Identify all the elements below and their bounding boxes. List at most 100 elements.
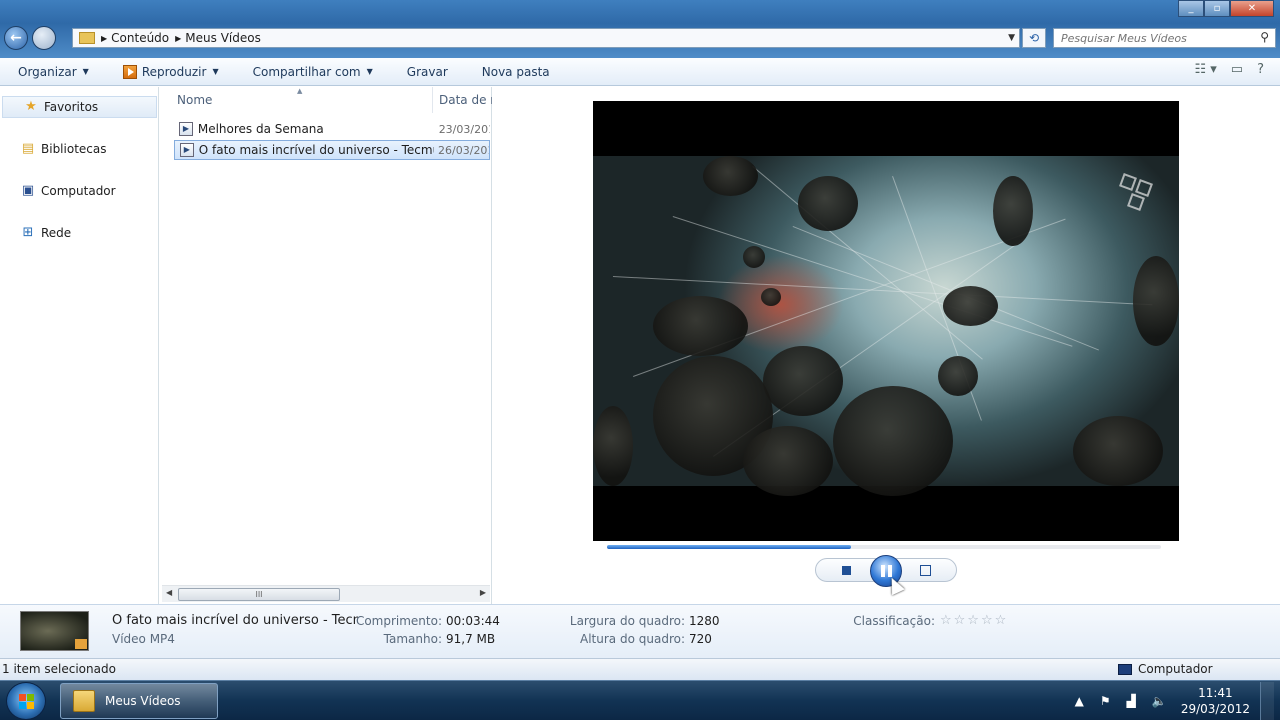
video-image [593, 156, 1179, 496]
search-input[interactable] [1054, 29, 1244, 47]
watermark-logo [1119, 173, 1159, 213]
open-player-button[interactable] [920, 565, 931, 576]
search-box[interactable]: ⚲ [1053, 28, 1276, 48]
clock-date: 29/03/2012 [1180, 702, 1250, 716]
network-icon: ⊞ [22, 225, 34, 240]
file-date: 23/03/201 [438, 122, 490, 136]
stop-button[interactable] [842, 566, 851, 575]
share-label: Compartilhar com [252, 64, 361, 79]
clock-time: 11:41 [1198, 686, 1233, 700]
address-dropdown-icon[interactable]: ▼ [1008, 33, 1015, 43]
length-label: Comprimento: [355, 614, 442, 628]
column-header-name[interactable]: Nome [177, 87, 433, 113]
video-thumbnail [20, 611, 89, 651]
windows-logo-icon [19, 694, 35, 709]
computer-icon: ▣ [21, 183, 35, 198]
file-name: Melhores da Semana [197, 122, 324, 136]
status-location-label: Computador [1138, 662, 1213, 676]
preview-pane [493, 87, 1280, 604]
burn-button[interactable]: Gravar [389, 58, 464, 86]
organize-label: Organizar [18, 64, 77, 79]
system-tray: ▲ ⚑ ▟ 🔈 11:41 29/03/2012 [1067, 681, 1274, 720]
refresh-button[interactable]: ⟲ [1022, 28, 1046, 48]
video-frame[interactable] [593, 101, 1179, 541]
frame-width-label: Largura do quadro: [569, 614, 685, 628]
close-button[interactable]: ✕ [1230, 0, 1274, 17]
address-bar[interactable]: ▶ Conteúdo ▶ Meus Vídeos ▼ [72, 28, 1020, 48]
scroll-left-icon[interactable]: ◀ [166, 588, 172, 597]
new-folder-button[interactable]: Nova pasta [464, 58, 566, 86]
status-location: Computador [1118, 662, 1213, 676]
network-signal-icon[interactable]: ▟ [1127, 694, 1136, 708]
scroll-thumb[interactable]: III [178, 588, 340, 601]
player-controls [815, 555, 957, 587]
file-row[interactable]: ▶ Melhores da Semana 23/03/201 [174, 119, 490, 139]
status-bar: 1 item selecionado Computador [0, 658, 1280, 680]
organize-button[interactable]: Organizar ▼ [0, 58, 105, 86]
scroll-right-icon[interactable]: ▶ [480, 588, 486, 597]
nav-item-label: Favoritos [44, 100, 99, 114]
length-value: 00:03:44 [446, 614, 500, 628]
new-folder-label: Nova pasta [481, 64, 550, 79]
nav-item-computer[interactable]: ▣ Computador [0, 180, 157, 202]
video-file-icon: ▶ [180, 143, 194, 157]
rating-stars[interactable]: ☆☆☆☆☆ [940, 613, 1008, 628]
maximize-button[interactable]: ▫ [1204, 0, 1230, 17]
taskbar: Meus Vídeos ▲ ⚑ ▟ 🔈 11:41 29/03/2012 [0, 680, 1280, 720]
nav-item-favorites[interactable]: ★ Favoritos [2, 96, 157, 118]
navigation-pane: ★ Favoritos ▤ Bibliotecas ▣ Computador ⊞… [0, 87, 159, 604]
seek-bar[interactable] [607, 545, 1161, 549]
breadcrumb-meus-videos[interactable]: Meus Vídeos [181, 31, 267, 45]
file-row-selected[interactable]: ▶ O fato mais incrível do universo - Tec… [174, 140, 490, 160]
view-controls: ☷ ▾ ▭ ? [1194, 62, 1264, 77]
show-desktop-button[interactable] [1260, 682, 1274, 720]
chevron-down-icon: ▼ [82, 67, 89, 76]
start-button[interactable] [6, 682, 46, 720]
play-icon [122, 64, 137, 79]
folder-icon [79, 32, 95, 44]
share-button[interactable]: Compartilhar com ▼ [235, 58, 389, 86]
view-options-icon[interactable]: ☷ ▾ [1194, 62, 1216, 77]
window-controls: _ ▫ ✕ [1178, 0, 1274, 17]
library-icon: ▤ [21, 141, 35, 156]
minimize-button[interactable]: _ [1178, 0, 1204, 17]
back-button[interactable]: ← [4, 26, 28, 50]
seek-bar-fill [607, 545, 851, 549]
rating-label: Classificação: [853, 614, 935, 628]
command-bar: Organizar ▼ Reproduzir ▼ Compartilhar com ▼… [0, 58, 1280, 86]
selection-count: 1 item selecionado [2, 662, 116, 676]
forward-button[interactable] [32, 26, 56, 50]
preview-pane-icon[interactable]: ▭ [1231, 62, 1243, 77]
star-icon: ★ [25, 99, 37, 114]
play-button[interactable]: Reproduzir ▼ [105, 58, 235, 86]
frame-height-value: 720 [689, 632, 712, 646]
breadcrumb-conteudo[interactable]: Conteúdo [107, 31, 175, 45]
horizontal-scrollbar[interactable]: ◀ III ▶ [162, 585, 490, 602]
play-label: Reproduzir [141, 64, 207, 79]
nav-item-libraries[interactable]: ▤ Bibliotecas [0, 138, 157, 160]
details-title: O fato mais incrível do universo - Tecmu… [112, 613, 358, 628]
clock[interactable]: 11:41 29/03/2012 [1181, 685, 1250, 717]
nav-item-label: Rede [41, 226, 72, 240]
column-header-date[interactable]: Data de m [432, 87, 492, 113]
file-date: 26/03/201 [438, 143, 489, 157]
nav-item-network[interactable]: ⊞ Rede [0, 222, 157, 244]
nav-item-label: Bibliotecas [41, 142, 107, 156]
chevron-down-icon: ▼ [366, 67, 373, 76]
title-bar: _ ▫ ✕ ← ▶ Conteúdo ▶ Meus Vídeos ▼ ⟲ ⚲ [0, 0, 1280, 58]
nav-item-label: Computador [41, 184, 116, 198]
taskbar-item-label: Meus Vídeos [105, 694, 181, 708]
help-icon[interactable]: ? [1257, 62, 1264, 77]
search-icon[interactable]: ⚲ [1260, 30, 1269, 44]
action-center-flag-icon[interactable]: ⚑ [1100, 694, 1111, 708]
frame-width-value: 1280 [689, 614, 720, 628]
burn-label: Gravar [406, 64, 448, 79]
size-label: Tamanho: [383, 632, 442, 646]
details-type: Vídeo MP4 [112, 632, 175, 646]
computer-icon [1118, 663, 1132, 675]
tray-expand-icon[interactable]: ▲ [1075, 694, 1084, 708]
file-name: O fato mais incrível do universo - Tecmu… [198, 143, 435, 157]
details-pane: O fato mais incrível do universo - Tecmu… [0, 604, 1280, 658]
volume-icon[interactable]: 🔈 [1152, 694, 1167, 708]
taskbar-item-meus-videos[interactable]: Meus Vídeos [60, 683, 218, 719]
